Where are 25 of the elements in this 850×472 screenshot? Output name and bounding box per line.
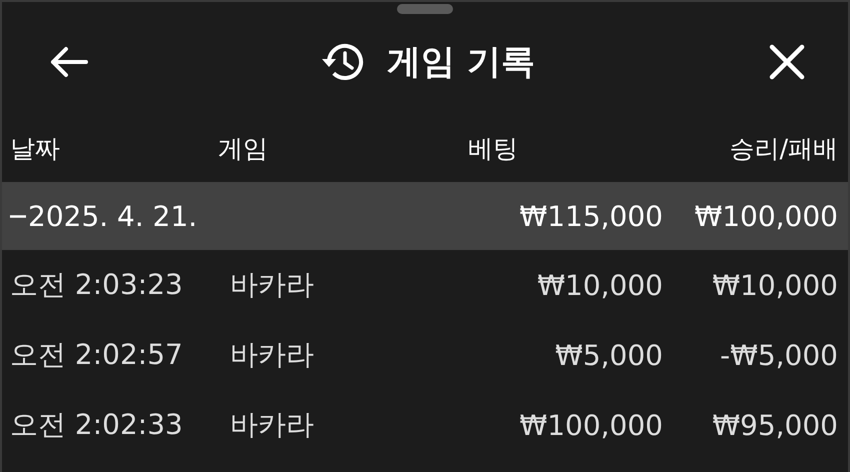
bet-cell-text: ₩5,000 — [554, 338, 663, 372]
close-button[interactable] — [768, 43, 806, 81]
drag-handle[interactable] — [397, 4, 453, 14]
game-cell-text: 바카라 — [230, 267, 315, 303]
window-title: 게임 기록 — [387, 41, 535, 84]
column-header: 날짜 — [10, 133, 61, 165]
bet-cell-text: ₩10,000 — [536, 268, 663, 302]
result-cell-text: ₩10,000 — [711, 268, 838, 302]
date-group-row[interactable]: 2025. 4. 21. ₩115,000 ₩100,000 — [2, 182, 848, 250]
result-cell-text: ₩95,000 — [711, 408, 838, 442]
result-total: ₩100,000 — [694, 200, 838, 232]
time-cell-text: 오전 2:02:57 — [10, 337, 184, 373]
column-header: 베팅 — [468, 133, 519, 165]
game-cell-text: 바카라 — [230, 337, 315, 373]
time-cell-text: 오전 2:02:33 — [10, 407, 184, 443]
history-icon — [321, 42, 366, 82]
game-cell-text: 바카라 — [230, 407, 315, 443]
group-date: 2025. 4. 21. — [28, 200, 198, 232]
back-button[interactable] — [48, 45, 88, 79]
column-header: 승리/패배 — [730, 133, 838, 165]
time-cell-text: 오전 2:03:23 — [10, 267, 184, 303]
column-header: 게임 — [218, 133, 269, 165]
bet-cell-text: ₩100,000 — [518, 408, 663, 442]
bet-total: ₩115,000 — [518, 200, 663, 232]
result-cell-text: -₩5,000 — [719, 338, 838, 372]
